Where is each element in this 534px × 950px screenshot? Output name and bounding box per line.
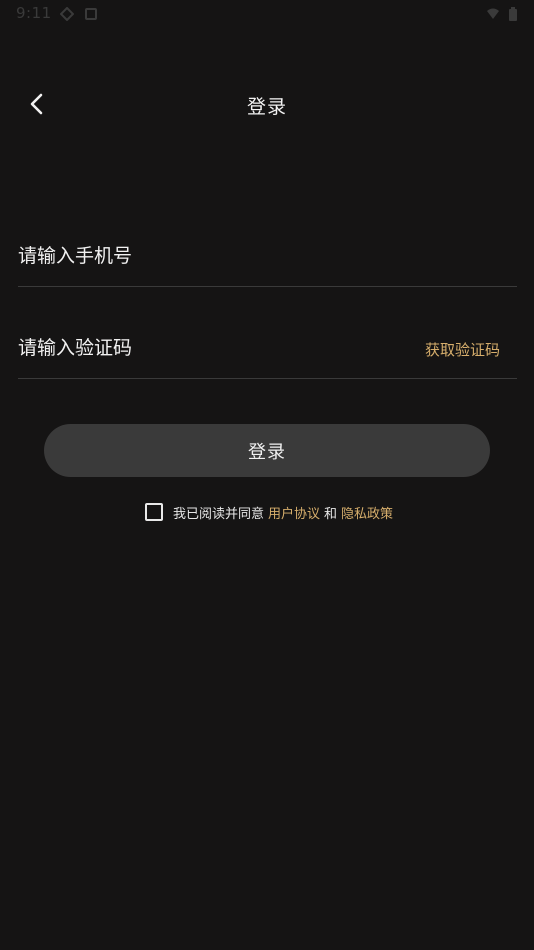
wifi-icon bbox=[486, 6, 500, 20]
get-code-button[interactable]: 获取验证码 bbox=[425, 339, 500, 360]
code-input[interactable] bbox=[18, 328, 398, 368]
status-time: 9:11 bbox=[16, 4, 52, 22]
gear-icon bbox=[59, 6, 75, 22]
privacy-policy-link[interactable]: 隐私政策 bbox=[341, 503, 393, 522]
agreement-row: 我已阅读并同意 用户协议 和 隐私政策 bbox=[145, 502, 393, 522]
user-agreement-link[interactable]: 用户协议 bbox=[268, 503, 320, 522]
phone-field bbox=[18, 230, 517, 287]
page-title: 登录 bbox=[246, 96, 287, 118]
status-bar: 9:11 bbox=[0, 0, 534, 28]
phone-input[interactable] bbox=[18, 236, 398, 276]
code-field: 获取验证码 bbox=[18, 322, 517, 379]
agreement-checkbox[interactable] bbox=[145, 503, 163, 521]
battery-icon bbox=[508, 6, 518, 21]
agreement-conjunction: 和 bbox=[324, 506, 338, 522]
shield-icon bbox=[84, 6, 98, 20]
login-button[interactable]: 登录 bbox=[44, 424, 490, 477]
agreement-prefix: 我已阅读并同意 bbox=[173, 506, 265, 522]
header: 登录 bbox=[0, 78, 534, 132]
